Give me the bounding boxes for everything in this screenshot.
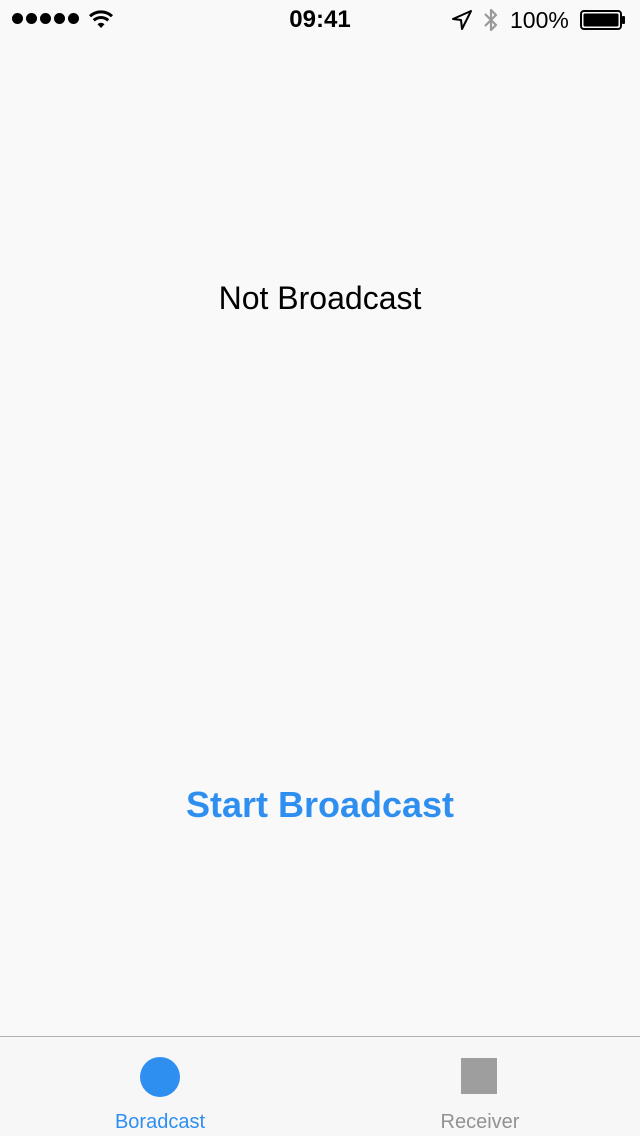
circle-icon: [140, 1057, 180, 1097]
square-icon: [461, 1058, 497, 1094]
bluetooth-icon: [484, 8, 498, 32]
tab-broadcast[interactable]: Boradcast: [0, 1037, 320, 1136]
tab-bar: Boradcast Receiver: [0, 1036, 640, 1136]
location-arrow-icon: [452, 10, 472, 30]
start-broadcast-button[interactable]: Start Broadcast: [120, 780, 520, 830]
status-bar: 09:41 100%: [0, 0, 640, 40]
app-screen: 09:41 100% Not Broadcast Start Broadcast…: [0, 0, 640, 1136]
tab-receiver-label: Receiver: [440, 1111, 520, 1133]
tab-receiver[interactable]: Receiver: [320, 1037, 640, 1136]
broadcast-status-label: Not Broadcast: [218, 280, 422, 316]
tab-broadcast-label: Boradcast: [114, 1111, 206, 1133]
battery-icon: [580, 10, 625, 30]
battery-percent: 100%: [510, 7, 569, 33]
